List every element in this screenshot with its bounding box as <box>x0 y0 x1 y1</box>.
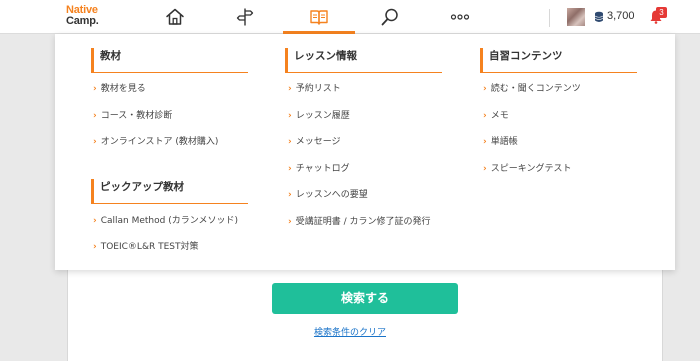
link-online-store[interactable]: オンラインストア (教材購入) <box>93 136 219 148</box>
header-divider <box>549 9 550 27</box>
nav-search[interactable] <box>375 0 405 34</box>
clear-search-link-label[interactable]: 検索条件のクリア <box>314 328 386 338</box>
home-icon <box>166 8 184 25</box>
link-memo[interactable]: メモ <box>483 110 509 122</box>
avatar[interactable] <box>567 8 585 26</box>
link-certificate[interactable]: 受講証明書 / カラン修了証の発行 <box>288 216 431 228</box>
section-title-pickup: ピックアップ教材 <box>91 179 248 204</box>
link-vocabulary[interactable]: 単語帳 <box>483 136 518 148</box>
materials-dropdown-menu: 教材 教材を見る コース・教材診断 オンラインストア (教材購入) ピックアップ… <box>55 34 675 270</box>
link-lesson-history[interactable]: レッスン履歴 <box>288 110 350 122</box>
top-navigation-bar: Native Camp. 3,700 3 <box>0 0 700 34</box>
link-messages[interactable]: メッセージ <box>288 136 341 148</box>
section-title-self-study: 自習コンテンツ <box>480 48 637 73</box>
link-reservation-list[interactable]: 予約リスト <box>288 83 341 95</box>
nav-courses[interactable] <box>230 0 260 34</box>
coin-icon <box>594 11 604 22</box>
search-icon <box>381 8 398 26</box>
link-lesson-requests[interactable]: レッスンへの要望 <box>288 189 368 201</box>
link-toeic[interactable]: TOEIC®L&R TEST対策 <box>93 241 199 253</box>
nav-materials[interactable] <box>283 0 355 34</box>
search-button[interactable]: 検索する <box>272 283 458 314</box>
clear-search-link[interactable]: 検索条件のクリア <box>0 325 700 338</box>
book-icon <box>310 10 328 25</box>
section-title-lesson: レッスン情報 <box>285 48 442 73</box>
logo[interactable]: Native Camp. <box>66 5 99 27</box>
nav-home[interactable] <box>160 0 190 34</box>
link-view-materials[interactable]: 教材を見る <box>93 83 146 95</box>
logo-line2: Camp. <box>66 15 99 27</box>
coin-balance: 3,700 <box>607 10 635 22</box>
signpost-icon <box>236 8 254 26</box>
nav-more[interactable] <box>445 0 475 34</box>
link-course-diagnosis[interactable]: コース・教材診断 <box>93 110 173 122</box>
link-speaking-test[interactable]: スピーキングテスト <box>483 163 572 175</box>
notification-badge: 3 <box>656 7 667 18</box>
more-icon <box>450 14 470 20</box>
link-chat-log[interactable]: チャットログ <box>288 163 350 175</box>
section-title-materials: 教材 <box>91 48 248 73</box>
link-callan-method[interactable]: Callan Method (カランメソッド) <box>93 215 238 227</box>
link-reading-listening[interactable]: 読む・聞くコンテンツ <box>483 83 581 95</box>
